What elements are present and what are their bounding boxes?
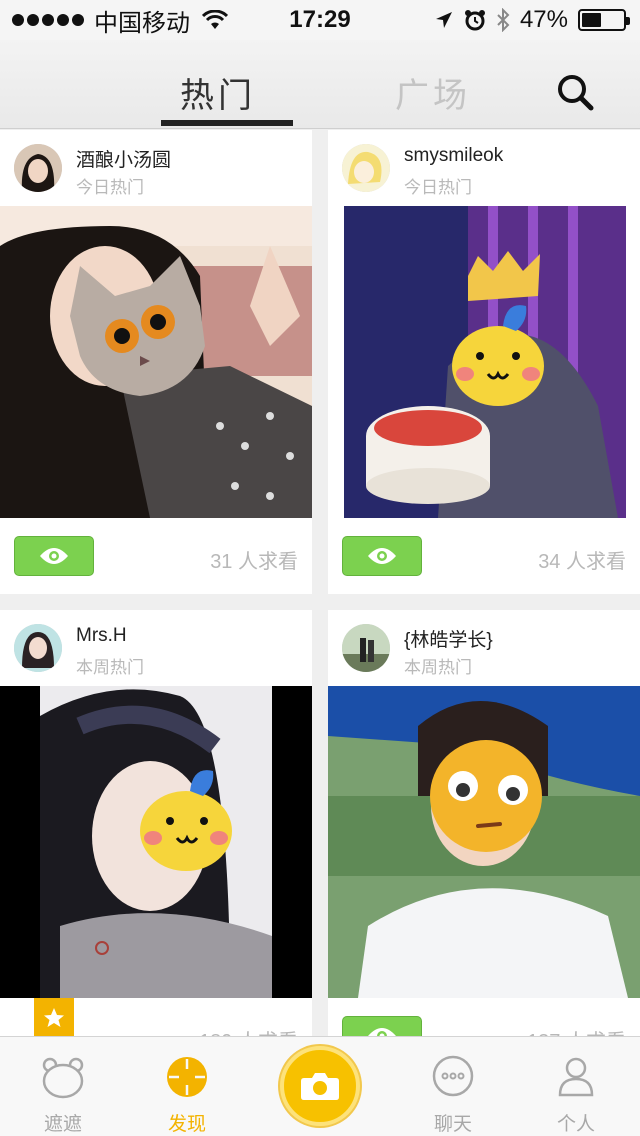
tab-label: 发现 (167, 1114, 206, 1135)
tab-zhezhe[interactable]: 遮遮 (8, 1037, 118, 1136)
feed: 酒酿小汤圆 今日热门 31 人求看 smysmileok 今日热门 34 人求看… (0, 130, 640, 1036)
avatar[interactable] (342, 144, 390, 192)
feed-card[interactable]: 酒酿小汤圆 今日热门 31 人求看 (0, 130, 312, 594)
tab-chat[interactable]: 聊天 (398, 1037, 508, 1136)
view-button[interactable] (342, 1016, 422, 1036)
status-bar: 中国移动 17:29 47% (0, 0, 640, 40)
hot-tag: 本周热门 (76, 658, 144, 677)
star-badge-icon (34, 998, 74, 1036)
bear-icon (42, 1057, 84, 1099)
tab-square[interactable]: 广场 (395, 68, 471, 117)
avatar[interactable] (14, 624, 62, 672)
card-footer: 189 人求看 (0, 998, 312, 1036)
tab-hot[interactable]: 热门 (180, 68, 256, 117)
feed-card[interactable]: {林皓学长} 本周热门 (328, 610, 640, 1036)
hot-tag: 本周热门 (404, 658, 472, 677)
eye-icon (368, 1028, 396, 1036)
person-icon (558, 1057, 594, 1097)
photo[interactable] (328, 206, 640, 518)
card-header: smysmileok 今日热门 (328, 130, 640, 206)
camera-icon (301, 1073, 339, 1100)
eye-icon (40, 548, 68, 564)
compass-icon (167, 1057, 207, 1097)
tab-label: 个人 (556, 1114, 595, 1135)
card-header: 酒酿小汤圆 今日热门 (0, 130, 312, 206)
username[interactable]: smysmileok (404, 145, 503, 167)
username[interactable]: {林皓学长} (404, 625, 493, 652)
tab-label: 遮遮 (43, 1114, 82, 1135)
card-header: {林皓学长} 本周热门 (328, 610, 640, 686)
username[interactable]: Mrs.H (76, 625, 127, 647)
tab-discover[interactable]: 发现 (132, 1037, 242, 1136)
chat-bubble-icon (432, 1055, 474, 1097)
feed-card[interactable]: smysmileok 今日热门 34 人求看 (328, 130, 640, 594)
alarm-icon (464, 10, 485, 31)
active-tab-indicator (161, 120, 293, 126)
card-footer: 34 人求看 (328, 518, 640, 594)
username[interactable]: 酒酿小汤圆 (76, 145, 171, 172)
tab-profile[interactable]: 个人 (521, 1037, 631, 1136)
bluetooth-icon (497, 8, 510, 32)
hot-tag: 今日热门 (404, 178, 472, 197)
view-button[interactable] (342, 536, 422, 576)
search-icon[interactable] (555, 72, 595, 112)
hot-tag: 今日热门 (76, 178, 144, 197)
camera-button[interactable] (280, 1046, 360, 1126)
battery-icon (578, 9, 630, 31)
card-footer: 31 人求看 (0, 518, 312, 594)
view-request-count: 31 人求看 (210, 551, 298, 573)
feed-card[interactable]: Mrs.H 本周热门 189 人求看 (0, 610, 312, 1036)
view-request-count: 137 人求看 (527, 1025, 626, 1036)
location-arrow-icon (435, 12, 452, 28)
view-request-count: 34 人求看 (538, 551, 626, 573)
photo[interactable] (328, 686, 640, 998)
card-header: Mrs.H 本周热门 (0, 610, 312, 686)
card-footer: 137 人求看 (328, 998, 640, 1036)
photo[interactable] (0, 686, 312, 998)
tab-label: 聊天 (433, 1114, 472, 1135)
top-tab-bar: 热门 广场 (0, 40, 640, 129)
eye-icon (368, 548, 396, 564)
view-request-count: 189 人求看 (199, 1025, 298, 1036)
battery-percent: 47% (519, 6, 568, 33)
view-button[interactable] (14, 536, 94, 576)
avatar[interactable] (14, 144, 62, 192)
avatar[interactable] (342, 624, 390, 672)
battery-level (582, 13, 601, 27)
photo[interactable] (0, 206, 312, 518)
